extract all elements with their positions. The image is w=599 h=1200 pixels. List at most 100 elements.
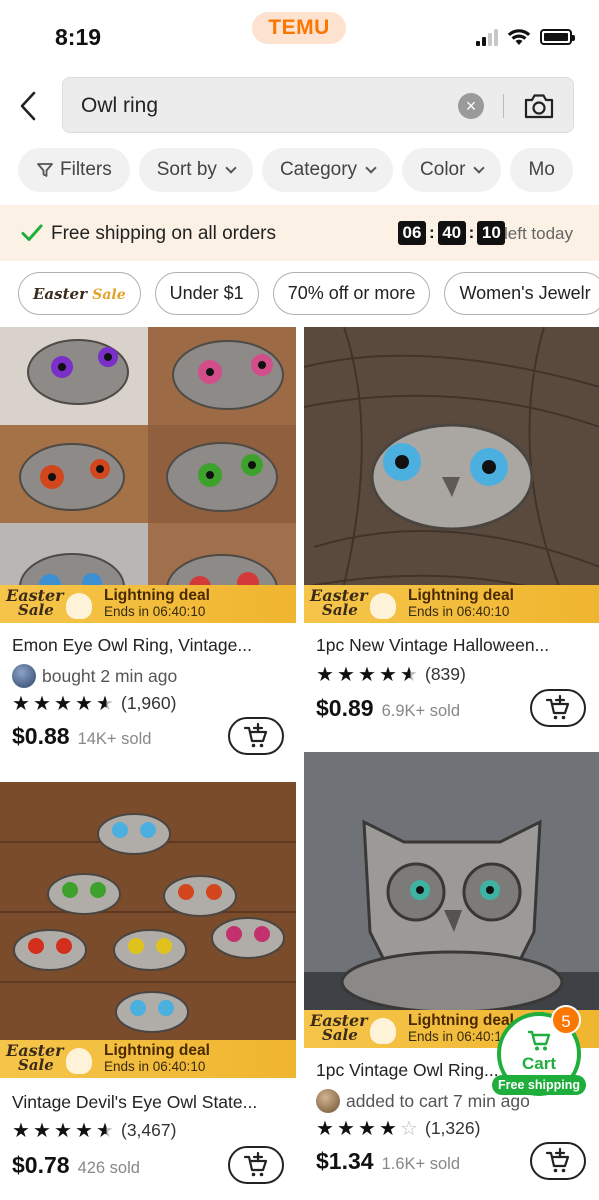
- product-image[interactable]: Easter Sale Lightning deal Ends in 06:40:…: [304, 327, 599, 623]
- star-icon: ★: [12, 1119, 30, 1142]
- sold-count: 426 sold: [77, 1159, 140, 1177]
- sort-by-dropdown[interactable]: Sort by: [138, 148, 253, 192]
- price-row: $0.88 14K+ sold: [12, 723, 151, 750]
- rating-count: (1,960): [121, 693, 177, 713]
- add-to-cart-icon: [243, 1151, 268, 1177]
- star-icon: ★: [75, 1119, 93, 1142]
- owl-rings-collage-image: [0, 327, 296, 623]
- owl-rings-on-wood-image: [0, 782, 296, 1078]
- clear-search-button[interactable]: ×: [458, 93, 484, 119]
- tag-under-1[interactable]: Under $1: [154, 272, 259, 315]
- timer-hours: 06: [398, 221, 426, 245]
- rating-count: (1,326): [425, 1118, 481, 1138]
- activity-text: bought 2 min ago: [42, 665, 178, 686]
- product-rating: ★ ★ ★ ★ ★ (3,467): [12, 1120, 176, 1141]
- add-to-cart-button[interactable]: [530, 1142, 586, 1180]
- star-icon: ★: [337, 663, 355, 686]
- star-icon: ★: [54, 1119, 72, 1142]
- more-label: Mo: [528, 159, 555, 180]
- avatar: [316, 1089, 340, 1113]
- half-star-icon: ★: [96, 694, 117, 714]
- color-dropdown[interactable]: Color: [402, 148, 502, 192]
- sold-count: 6.9K+ sold: [381, 702, 460, 720]
- easter-sale-logo: Easter Sale: [310, 586, 368, 619]
- countdown-timer: 06 : 40 : 10: [398, 221, 506, 245]
- star-icon: ★: [379, 1117, 397, 1140]
- battery-icon: [540, 29, 575, 45]
- checkmark-icon: [21, 224, 43, 241]
- product-image[interactable]: Easter Sale Lightning deal Ends in 06:40:…: [0, 327, 296, 623]
- chevron-down-icon: [365, 161, 377, 174]
- sort-by-label: Sort by: [156, 159, 217, 180]
- tag-70-off[interactable]: 70% off or more: [272, 272, 431, 315]
- add-to-cart-button[interactable]: [228, 1146, 284, 1184]
- bunny-icon: [66, 1048, 92, 1074]
- product-price: $0.78: [12, 1152, 70, 1178]
- cart-count-badge: 5: [551, 1005, 581, 1035]
- status-icons: [476, 28, 575, 46]
- timer-seconds: 10: [477, 221, 506, 245]
- quick-tag-row: Easter Sale Under $1 70% off or more Wom…: [18, 272, 599, 315]
- more-filters-dropdown[interactable]: Mo: [510, 148, 573, 192]
- product-title[interactable]: 1pc Vintage Owl Ring...: [316, 1060, 506, 1081]
- category-label: Category: [279, 159, 358, 180]
- star-icon: ★: [379, 663, 397, 686]
- search-query[interactable]: Owl ring: [81, 94, 158, 118]
- search-divider: [503, 94, 504, 118]
- add-to-cart-button[interactable]: [228, 717, 284, 755]
- color-label: Color: [420, 159, 466, 180]
- star-icon: ★: [358, 663, 376, 686]
- product-title[interactable]: 1pc New Vintage Halloween...: [316, 635, 591, 656]
- product-card[interactable]: Easter Sale Lightning deal Ends in 06:40:…: [304, 327, 599, 747]
- deal-countdown: Ends in 06:40:10: [104, 604, 206, 619]
- add-to-cart-icon: [545, 694, 570, 720]
- free-shipping-pill: Free shipping: [492, 1075, 586, 1095]
- empty-star-icon: ☆: [400, 1117, 418, 1140]
- cellular-signal-icon: [476, 28, 498, 46]
- temu-logo[interactable]: TEMU: [252, 12, 346, 44]
- product-card[interactable]: Easter Sale Lightning deal Ends in 06:40:…: [304, 752, 599, 1200]
- free-shipping-banner: Free shipping on all orders 06 : 40 : 10…: [0, 205, 599, 261]
- filters-button[interactable]: Filters: [18, 148, 130, 192]
- product-rating: ★ ★ ★ ★ ★ (839): [316, 664, 466, 685]
- star-icon: ★: [75, 692, 93, 715]
- half-star-icon: ★: [400, 665, 421, 685]
- filters-label: Filters: [60, 159, 112, 180]
- product-title[interactable]: Vintage Devil's Eye Owl State...: [12, 1092, 287, 1113]
- product-rating: ★ ★ ★ ★ ☆ (1,326): [316, 1118, 480, 1139]
- product-activity: bought 2 min ago: [12, 664, 177, 688]
- category-dropdown[interactable]: Category: [261, 148, 394, 192]
- product-card[interactable]: Easter Sale Lightning deal Ends in 06:40:…: [0, 782, 296, 1200]
- lightning-deal-badge: Easter Sale Lightning deal Ends in 06:40:…: [0, 1040, 296, 1078]
- star-icon: ★: [12, 692, 30, 715]
- tag-womens-jewelry[interactable]: Women's Jewelr: [444, 272, 599, 315]
- product-image[interactable]: Easter Sale Lightning deal Ends in 06:40:…: [0, 782, 296, 1078]
- tag-easter-sale[interactable]: Easter Sale: [18, 272, 141, 315]
- easter-sale-logo: Easter Sale: [310, 1011, 368, 1044]
- product-image[interactable]: Easter Sale Lightning deal Ends in 06:40:…: [304, 752, 599, 1048]
- chevron-left-icon: [20, 91, 36, 121]
- add-to-cart-button[interactable]: [530, 689, 586, 727]
- star-icon: ★: [33, 1119, 51, 1142]
- back-button[interactable]: [14, 88, 44, 124]
- timer-separator: :: [468, 223, 475, 242]
- silver-owl-ring-image: [304, 752, 599, 1048]
- camera-search-button[interactable]: [523, 91, 555, 121]
- price-row: $1.34 1.6K+ sold: [316, 1148, 460, 1175]
- deal-countdown: Ends in 06:40:10: [104, 1059, 206, 1074]
- price-row: $0.78 426 sold: [12, 1152, 140, 1179]
- product-card[interactable]: Easter Sale Lightning deal Ends in 06:40:…: [0, 327, 296, 767]
- add-to-cart-icon: [243, 722, 268, 748]
- search-input[interactable]: Owl ring ×: [62, 77, 574, 133]
- deal-title: Lightning deal: [408, 587, 514, 604]
- star-icon: ★: [316, 1117, 334, 1140]
- easter-sale-logo: Easter Sale: [6, 1041, 64, 1074]
- star-icon: ★: [337, 1117, 355, 1140]
- star-icon: ★: [54, 692, 72, 715]
- half-star-icon: ★: [96, 1121, 117, 1141]
- product-title[interactable]: Emon Eye Owl Ring, Vintage...: [12, 635, 287, 656]
- product-price: $0.89: [316, 695, 374, 721]
- bunny-icon: [370, 593, 396, 619]
- cart-label: Cart: [521, 1054, 556, 1073]
- deal-countdown: Ends in 06:40:10: [408, 1029, 510, 1044]
